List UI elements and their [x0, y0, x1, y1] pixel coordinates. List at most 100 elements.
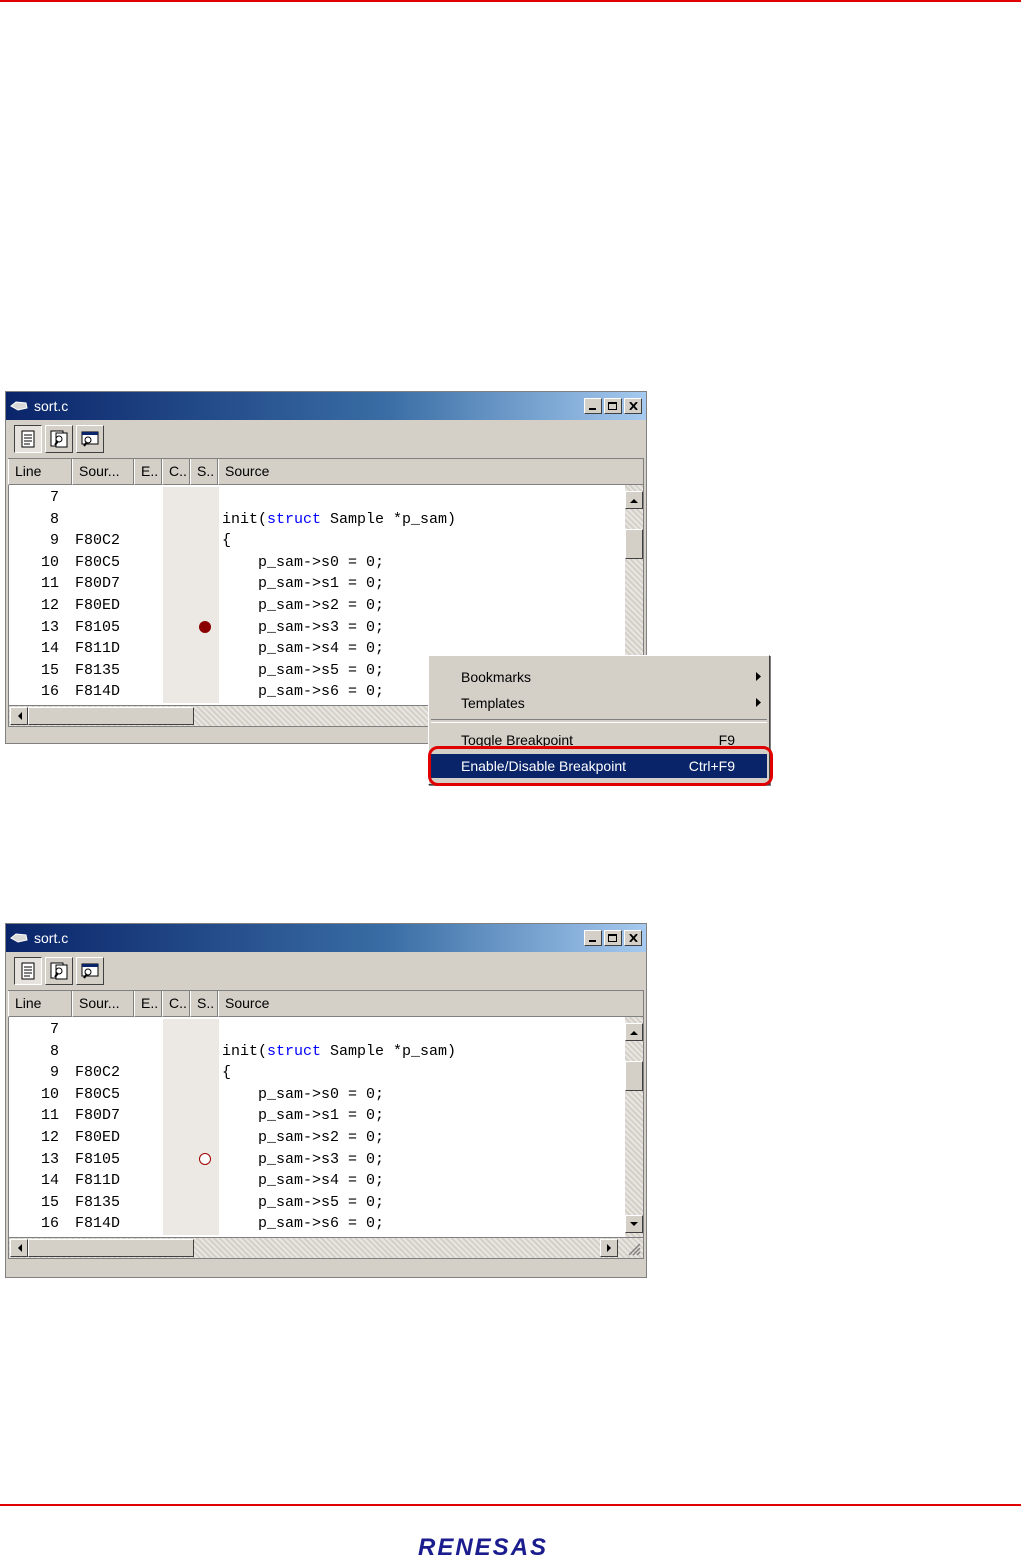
event-cell[interactable] — [135, 1041, 163, 1063]
breakpoint-cell[interactable] — [191, 1170, 219, 1192]
col-coverage[interactable]: C.. — [162, 459, 190, 485]
event-cell[interactable] — [135, 530, 163, 552]
breakpoint-cell[interactable] — [191, 638, 219, 660]
col-event[interactable]: E.. — [134, 991, 162, 1017]
source-mode-button[interactable] — [14, 957, 42, 985]
breakpoint-cell[interactable] — [191, 1148, 219, 1171]
scroll-right-button[interactable] — [600, 1239, 618, 1257]
source-row[interactable]: 8 init(struct Sample *p_sam) — [9, 508, 625, 531]
event-cell[interactable] — [135, 1213, 163, 1235]
minimize-button[interactable] — [584, 930, 602, 946]
breakpoint-cell[interactable] — [191, 616, 219, 639]
scroll-up-button[interactable] — [625, 491, 643, 509]
breakpoint-enabled-icon[interactable] — [199, 621, 211, 634]
breakpoint-cell[interactable] — [191, 1062, 219, 1084]
col-coverage[interactable]: C.. — [162, 991, 190, 1017]
breakpoint-disabled-icon[interactable] — [199, 1153, 211, 1166]
source-row[interactable]: 12 F80ED p_sam->s2 = 0; — [9, 594, 625, 617]
breakpoint-cell[interactable] — [191, 1105, 219, 1127]
event-cell[interactable] — [135, 1105, 163, 1127]
source-row[interactable]: 7 — [9, 487, 625, 509]
source-row[interactable]: 13 F8105 p_sam->s3 = 0; — [9, 616, 625, 639]
event-cell[interactable] — [135, 660, 163, 682]
maximize-button[interactable] — [604, 930, 622, 946]
breakpoint-cell[interactable] — [191, 594, 219, 617]
source-row[interactable]: 10 F80C5 p_sam->s0 = 0; — [9, 551, 625, 574]
breakpoint-cell[interactable] — [191, 487, 219, 509]
event-cell[interactable] — [135, 1127, 163, 1149]
maximize-button[interactable] — [604, 398, 622, 414]
event-cell[interactable] — [135, 638, 163, 660]
col-source-address[interactable]: Sour... — [72, 991, 134, 1017]
scroll-down-button[interactable] — [625, 1215, 643, 1233]
mixed-mode-button[interactable] — [45, 957, 73, 985]
event-cell[interactable] — [135, 509, 163, 531]
col-s-breakpoint[interactable]: S.. — [190, 459, 218, 485]
event-cell[interactable] — [135, 1084, 163, 1106]
source-row[interactable]: 11 F80D7 p_sam->s1 = 0; — [9, 1105, 625, 1127]
event-cell[interactable] — [135, 573, 163, 595]
col-s-breakpoint[interactable]: S.. — [190, 991, 218, 1017]
breakpoint-cell[interactable] — [191, 530, 219, 552]
source-row[interactable]: 12 F80ED p_sam->s2 = 0; — [9, 1126, 625, 1149]
source-mode-button[interactable] — [14, 425, 42, 453]
breakpoint-cell[interactable] — [191, 1126, 219, 1149]
col-line[interactable]: Line — [8, 459, 72, 485]
scroll-up-button[interactable] — [625, 1023, 643, 1041]
minimize-button[interactable] — [584, 398, 602, 414]
vertical-scrollbar[interactable] — [625, 1017, 643, 1237]
source-row[interactable]: 9 F80C2 { — [9, 1062, 625, 1084]
horizontal-scrollbar[interactable] — [8, 1238, 644, 1259]
resize-grip-icon[interactable] — [625, 1240, 641, 1256]
col-source-address[interactable]: Sour... — [72, 459, 134, 485]
menu-item-templates[interactable]: Templates — [431, 691, 767, 715]
breakpoint-cell[interactable] — [191, 659, 219, 682]
breakpoint-cell[interactable] — [191, 551, 219, 574]
close-button[interactable] — [624, 398, 642, 414]
source-row[interactable]: 9 F80C2 { — [9, 530, 625, 552]
col-event[interactable]: E.. — [134, 459, 162, 485]
col-source[interactable]: Source — [218, 459, 644, 485]
source-row[interactable]: 14 F811D p_sam->s4 = 0; — [9, 1170, 625, 1192]
breakpoint-cell[interactable] — [191, 1019, 219, 1041]
breakpoint-cell[interactable] — [191, 681, 219, 703]
disassembly-mode-button[interactable] — [76, 425, 104, 453]
source-row[interactable]: 13 F8105 p_sam->s3 = 0; — [9, 1148, 625, 1171]
breakpoint-cell[interactable] — [191, 508, 219, 531]
source-row[interactable]: 11 F80D7 p_sam->s1 = 0; — [9, 573, 625, 595]
scroll-left-button[interactable] — [10, 1239, 28, 1257]
disassembly-mode-button[interactable] — [76, 957, 104, 985]
source-row[interactable]: 10 F80C5 p_sam->s0 = 0; — [9, 1083, 625, 1106]
event-cell[interactable] — [135, 552, 163, 574]
scroll-thumb[interactable] — [625, 529, 643, 559]
event-cell[interactable] — [135, 1019, 163, 1041]
source-row[interactable]: 8 init(struct Sample *p_sam) — [9, 1040, 625, 1063]
menu-item-bookmarks[interactable]: Bookmarks — [431, 665, 767, 689]
source-pane[interactable]: 7 8 init(struct Sample *p_sam) 9 F80C2 {10 F80… — [8, 1017, 644, 1238]
breakpoint-cell[interactable] — [191, 573, 219, 595]
event-cell[interactable] — [135, 487, 163, 509]
event-cell[interactable] — [135, 1062, 163, 1084]
close-button[interactable] — [624, 930, 642, 946]
breakpoint-cell[interactable] — [191, 1191, 219, 1214]
scroll-thumb[interactable] — [625, 1061, 643, 1091]
title-bar[interactable]: sort.c — [6, 392, 646, 420]
title-bar[interactable]: sort.c — [6, 924, 646, 952]
breakpoint-cell[interactable] — [191, 1213, 219, 1235]
source-row[interactable]: 15 F8135 p_sam->s5 = 0; — [9, 1191, 625, 1214]
event-cell[interactable] — [135, 1149, 163, 1171]
col-source[interactable]: Source — [218, 991, 644, 1017]
event-cell[interactable] — [135, 681, 163, 703]
scroll-left-button[interactable] — [10, 707, 28, 725]
mixed-mode-button[interactable] — [45, 425, 73, 453]
source-row[interactable]: 7 — [9, 1019, 625, 1041]
breakpoint-cell[interactable] — [191, 1040, 219, 1063]
event-cell[interactable] — [135, 1192, 163, 1214]
event-cell[interactable] — [135, 595, 163, 617]
source-row[interactable]: 16 F814D p_sam->s6 = 0; — [9, 1213, 625, 1235]
col-line[interactable]: Line — [8, 991, 72, 1017]
horizontal-scroll-thumb[interactable] — [28, 707, 194, 725]
horizontal-scroll-thumb[interactable] — [28, 1239, 194, 1257]
breakpoint-cell[interactable] — [191, 1083, 219, 1106]
event-cell[interactable] — [135, 617, 163, 639]
